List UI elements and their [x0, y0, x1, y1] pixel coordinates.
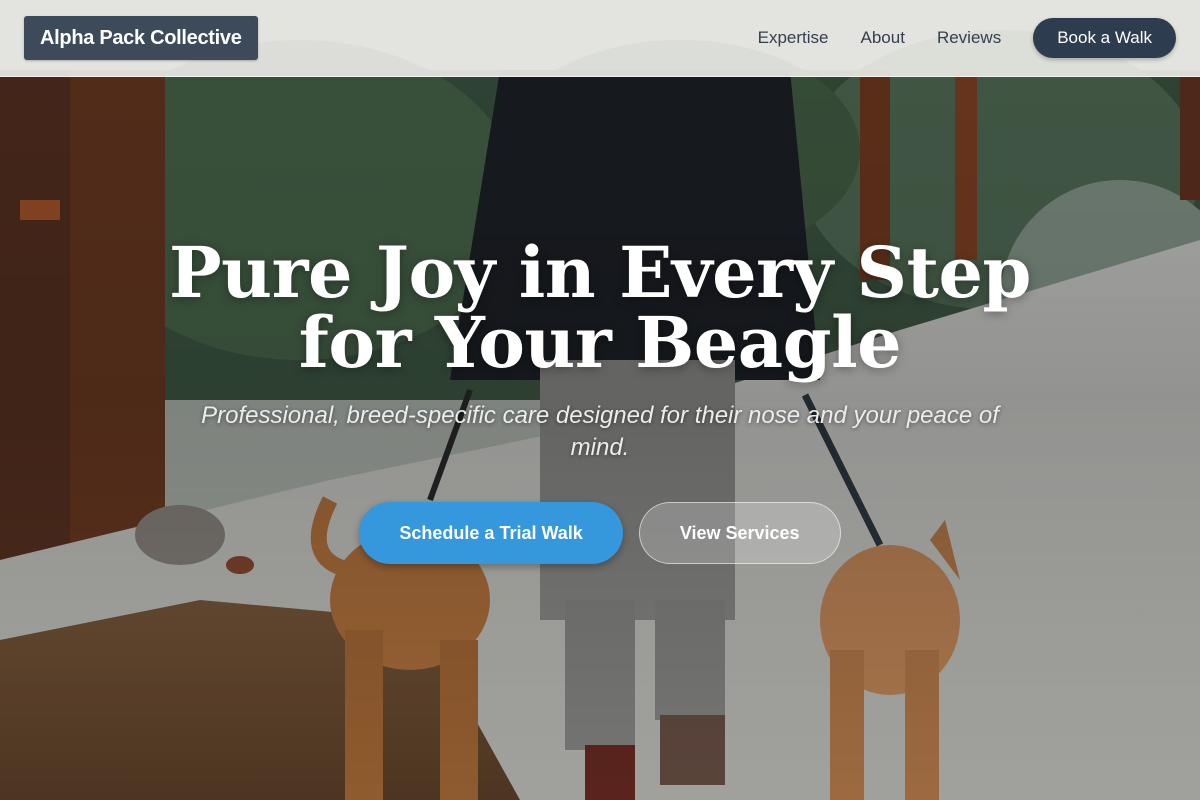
hero-subheadline: Professional, breed-specific care design…: [201, 402, 999, 461]
hero-cta-row: Schedule a Trial Walk View Services: [0, 502, 1200, 564]
brand-logo[interactable]: Alpha Pack Collective: [24, 16, 258, 60]
hero-section: Pure Joy in Every Step for Your Beagle P…: [0, 238, 1200, 564]
nav-link-expertise[interactable]: Expertise: [758, 18, 829, 58]
main-nav: Expertise About Reviews Book a Walk: [758, 18, 1176, 58]
nav-link-about[interactable]: About: [861, 18, 905, 58]
view-services-button[interactable]: View Services: [638, 502, 841, 564]
book-a-walk-button[interactable]: Book a Walk: [1033, 18, 1176, 58]
hero-headline: Pure Joy in Every Step for Your Beagle: [169, 231, 1031, 384]
nav-link-reviews[interactable]: Reviews: [937, 18, 1001, 58]
schedule-trial-walk-button[interactable]: Schedule a Trial Walk: [359, 502, 623, 564]
top-navigation-bar: Alpha Pack Collective Expertise About Re…: [0, 0, 1200, 77]
